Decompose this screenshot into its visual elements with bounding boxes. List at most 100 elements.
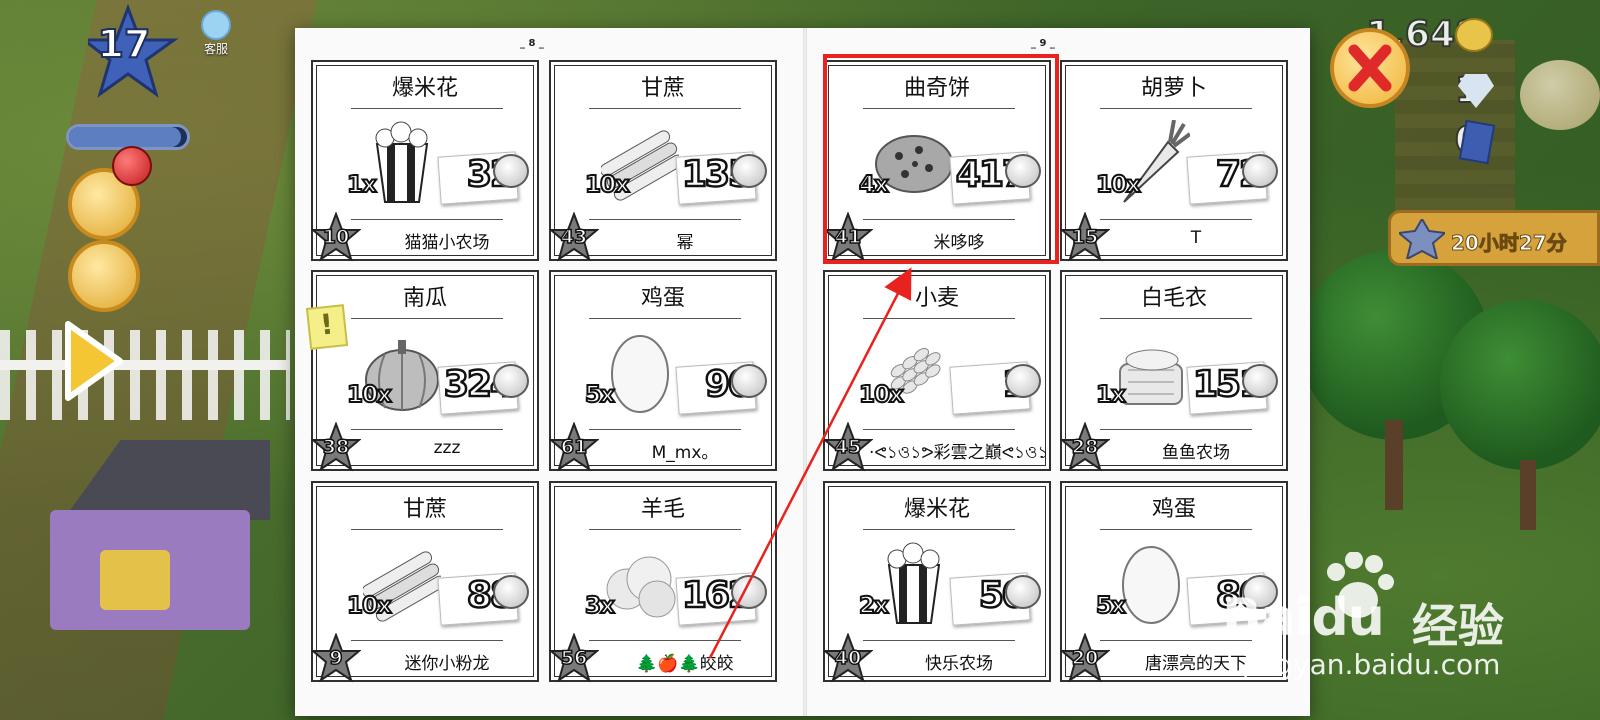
seller-name: 猫猫小农场 [404, 233, 490, 253]
item-name: 爆米花 [903, 497, 970, 522]
item-name: 小麦 [914, 286, 959, 311]
seller-level: 28 [1071, 435, 1099, 459]
divider [351, 108, 503, 109]
listing-card[interactable]: 鸡蛋 90 5x 61 M_mx。 [548, 270, 777, 472]
item-name: 鸡蛋 [1151, 497, 1196, 522]
divider [1100, 640, 1252, 641]
seller-level: 43 [560, 225, 588, 249]
seller-level: 38 [322, 435, 350, 459]
letter-button[interactable] [68, 240, 140, 312]
item-quantity: 5x [1095, 592, 1127, 620]
seller-name: 米哆哆 [933, 233, 985, 253]
item-quantity: 3x [584, 592, 616, 620]
divider [1100, 529, 1252, 530]
coin-icon [1242, 575, 1278, 609]
exclamation-icon[interactable]: ! [305, 304, 349, 350]
divider [863, 219, 1015, 220]
listing-card[interactable]: 小麦110x45·ᕙ১ও১ᕗ彩雲之巔ᕙ১ও১ᕗ· [822, 270, 1051, 472]
listing-card[interactable]: 爆米花 32 1x 10 猫猫小农场 [310, 60, 539, 262]
item-quantity: 10x [346, 381, 393, 409]
divider [351, 429, 503, 430]
divider [589, 219, 741, 220]
divider [1100, 219, 1252, 220]
item-quantity: 2x [858, 592, 890, 620]
play-arrow-icon[interactable] [62, 318, 124, 404]
coin-icon [731, 575, 767, 609]
crate-icon [1396, 217, 1448, 261]
divider [863, 640, 1015, 641]
listing-card[interactable]: 甘蔗 135 10x 43 幂 [548, 60, 777, 262]
divider [589, 318, 741, 319]
customer-service-button[interactable]: 客服 [196, 10, 236, 58]
listing-card[interactable]: 曲奇饼 417 4x 41 米哆哆 [822, 60, 1051, 262]
item-quantity: 10x [584, 171, 631, 199]
listing-card[interactable]: 羊毛 162 3x 56 🌲🍎🌲皎皎 [548, 481, 777, 683]
listing-card[interactable]: 胡萝卜 72 10x 15 T [1059, 60, 1288, 262]
seller-name: 幂 [676, 233, 694, 253]
tree [1440, 300, 1600, 470]
seller-name: 🌲🍎🌲皎皎 [636, 654, 734, 674]
divider [589, 429, 741, 430]
seller-name: zzz [433, 438, 461, 458]
divider [589, 640, 741, 641]
divider [863, 529, 1015, 530]
divider [351, 318, 503, 319]
listing-card[interactable]: 南瓜 324 10x 38 zzz [310, 270, 539, 472]
timer-banner[interactable]: 20小时27分 [1388, 210, 1600, 266]
fence [0, 330, 290, 420]
seller-name: 快乐农场 [925, 654, 993, 674]
seller-level: 40 [834, 646, 862, 670]
item-quantity: 1x [346, 171, 378, 199]
item-name: 南瓜 [402, 286, 447, 311]
divider [351, 529, 503, 530]
headset-icon [201, 10, 231, 40]
item-name: 鸡蛋 [640, 286, 685, 311]
item-name: 胡萝卜 [1140, 76, 1207, 101]
seller-level: 45 [834, 435, 862, 459]
item-quantity: 1x [1095, 381, 1127, 409]
coin-icon [1455, 18, 1493, 52]
seller-level: 61 [560, 435, 588, 459]
barn[interactable] [30, 440, 280, 640]
divider [863, 108, 1015, 109]
divider [863, 429, 1015, 430]
divider [351, 219, 503, 220]
item-quantity: 10x [1095, 171, 1142, 199]
tree-trunk [1385, 420, 1403, 510]
left-page-number: _ 8 _ [520, 38, 544, 49]
seller-name: 迷你小粉龙 [404, 654, 490, 674]
seller-level: 10 [322, 225, 350, 249]
item-name: 爆米花 [391, 76, 458, 101]
seller-level: 41 [834, 225, 862, 249]
divider [589, 529, 741, 530]
coin-icon [493, 575, 529, 609]
right-page-number: _ 9 _ [1031, 38, 1055, 49]
coin-icon [1005, 575, 1041, 609]
item-name: 甘蔗 [640, 76, 685, 101]
newspaper-fold [803, 28, 807, 716]
coin-icon [731, 154, 767, 188]
divider [1100, 108, 1252, 109]
coin-icon [1005, 154, 1041, 188]
close-button[interactable] [1330, 28, 1410, 108]
seller-name: 鱼鱼农场 [1162, 443, 1230, 463]
listing-card[interactable]: 鸡蛋 80 5x 20 唐漂亮的天下 [1059, 481, 1288, 683]
customer-service-label: 客服 [203, 42, 228, 56]
notification-badge [112, 146, 152, 186]
item-quantity: 5x [584, 381, 616, 409]
fence-rail [0, 360, 290, 370]
close-icon [1348, 44, 1392, 92]
divider [1100, 429, 1252, 430]
divider [1100, 318, 1252, 319]
coin-pile-icon [1520, 60, 1600, 130]
listing-card[interactable]: 甘蔗 88 10x 9 迷你小粉龙 [310, 481, 539, 683]
xp-bar-fill [69, 127, 182, 147]
listing-card[interactable]: 爆米花 50 2x 40 快乐农场 [822, 481, 1051, 683]
seller-name: M_mx。 [651, 443, 719, 463]
hay-bale [100, 550, 170, 610]
divider [351, 640, 503, 641]
seller-level: 56 [560, 646, 588, 670]
coin-icon [1242, 154, 1278, 188]
divider [863, 318, 1015, 319]
listing-card[interactable]: 白毛衣 151 1x 28 鱼鱼农场 [1059, 270, 1288, 472]
